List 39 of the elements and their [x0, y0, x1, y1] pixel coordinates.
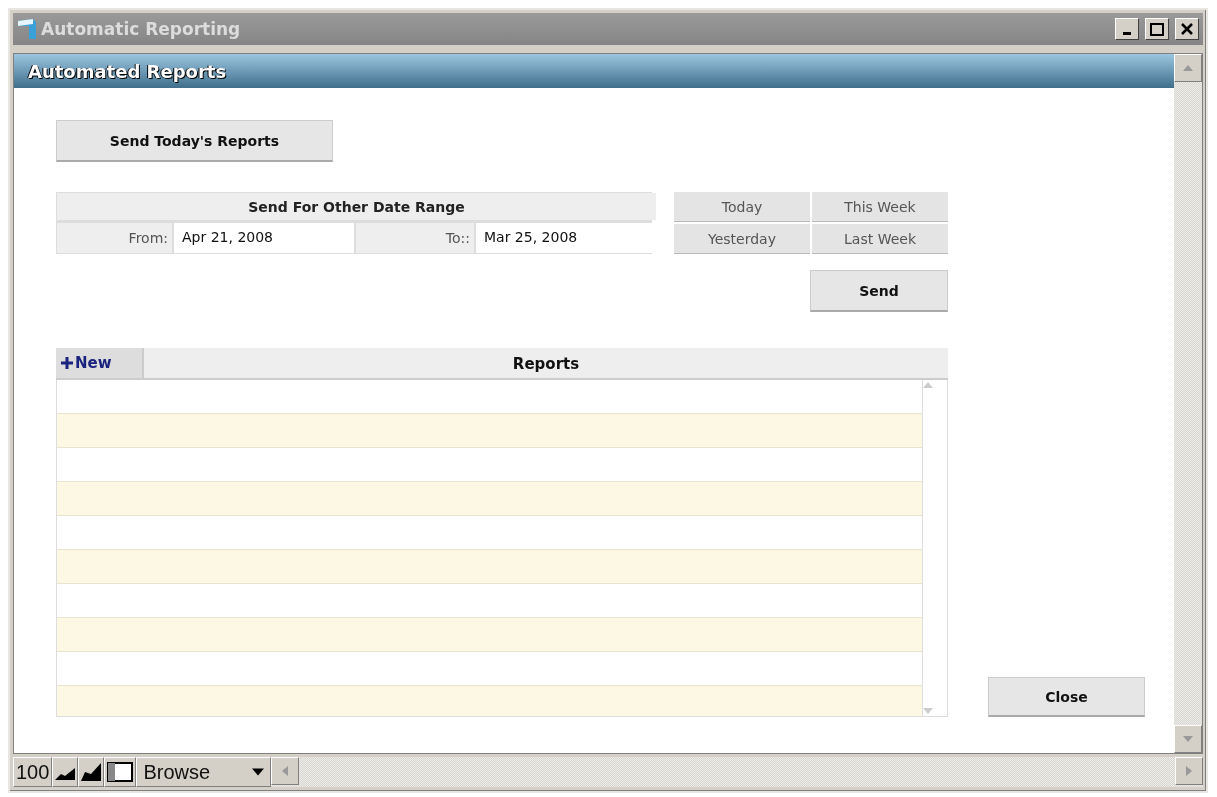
scroll-right-button[interactable]: [1175, 757, 1203, 785]
arrow-down-icon: [1183, 734, 1193, 744]
header-title: Automated Reports: [28, 60, 227, 82]
arrow-right-icon: [1184, 766, 1194, 776]
maximize-button[interactable]: [1145, 18, 1169, 40]
close-icon: [1181, 23, 1193, 35]
new-button[interactable]: New: [56, 348, 144, 378]
close-button[interactable]: Close: [988, 677, 1145, 717]
window-title: Automatic Reporting: [41, 19, 242, 39]
scroll-down-icon: [923, 706, 933, 716]
zoom-in-button[interactable]: [78, 757, 105, 787]
range-button[interactable]: Today: [674, 192, 810, 222]
arrow-up-icon: [1183, 63, 1193, 73]
field-label: From:: [57, 222, 172, 253]
plus-icon: [61, 357, 73, 369]
table-title: Reports: [511, 354, 581, 375]
table-title: Send For Other Date Range: [57, 193, 656, 220]
scroll-down-button[interactable]: [1174, 725, 1202, 753]
field-label: To::: [356, 222, 474, 253]
range-button[interactable]: This Week: [812, 192, 948, 222]
minimize-button[interactable]: [1115, 18, 1139, 40]
input-field[interactable]: Apr 21, 2008: [174, 222, 354, 253]
maximize-icon: [1150, 22, 1164, 36]
zoom-out-button[interactable]: [52, 757, 79, 787]
arrow-left-icon: [280, 766, 291, 776]
scroll-up-button[interactable]: [1174, 54, 1202, 82]
range-button[interactable]: Last Week: [812, 224, 948, 254]
minimize-icon: [1123, 31, 1131, 35]
mode-dropdown[interactable]: Browse: [136, 757, 272, 787]
send-today-button[interactable]: Send Today's Reports: [56, 120, 333, 162]
mountain-icon: [81, 763, 102, 781]
send-button[interactable]: Send: [810, 270, 948, 312]
range-button[interactable]: Yesterday: [674, 224, 810, 254]
caret-icon: [252, 766, 265, 778]
scroll-left-button[interactable]: [271, 757, 300, 785]
window-icon: [107, 762, 134, 782]
close-window-button[interactable]: [1175, 18, 1199, 40]
layout-button[interactable]: [104, 757, 137, 787]
document-icon: [17, 18, 37, 40]
